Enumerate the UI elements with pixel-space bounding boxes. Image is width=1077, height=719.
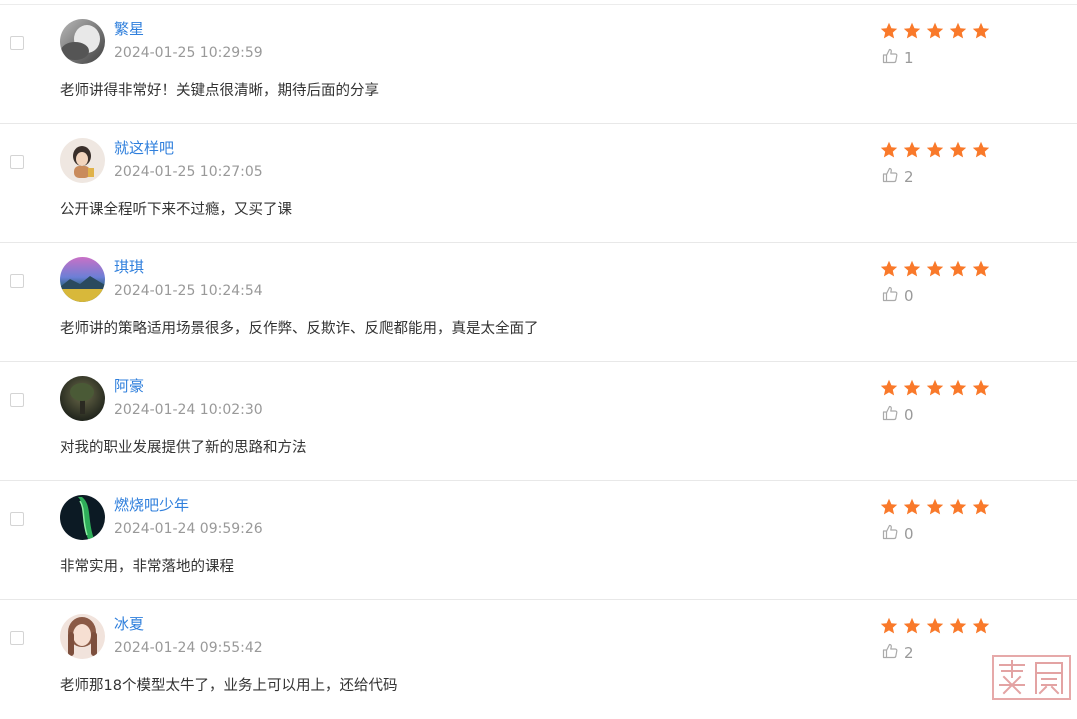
star-icon: [972, 260, 990, 277]
avatar[interactable]: [60, 257, 105, 302]
timestamp: 2024-01-24 09:55:42: [114, 640, 263, 656]
comment-text: 老师讲的策略适用场景很多，反作弊、反欺诈、反爬都能用，真是太全面了: [60, 321, 539, 337]
star-icon: [903, 379, 921, 396]
username[interactable]: 阿豪: [114, 375, 144, 396]
rating-stars: [880, 141, 990, 159]
comment-item: 冰夏 2024-01-24 09:55:42 老师那18个模型太牛了，业务上可以…: [0, 600, 1077, 719]
rating-stars: [880, 498, 990, 516]
comment-item: 阿豪 2024-01-24 10:02:30 对我的职业发展提供了新的思路和方法…: [0, 362, 1077, 481]
select-checkbox[interactable]: [10, 274, 24, 288]
timestamp: 2024-01-25 10:27:05: [114, 164, 263, 180]
star-icon: [926, 617, 944, 634]
avatar[interactable]: [60, 19, 105, 64]
comment-text: 老师讲得非常好！关键点很清晰，期待后面的分享: [60, 83, 379, 99]
like-button[interactable]: 2: [882, 167, 914, 187]
star-icon: [949, 141, 967, 158]
star-icon: [926, 260, 944, 277]
star-icon: [949, 498, 967, 515]
star-icon: [926, 379, 944, 396]
avatar[interactable]: [60, 376, 105, 421]
like-button[interactable]: 0: [882, 405, 914, 425]
avatar[interactable]: [60, 138, 105, 183]
select-checkbox[interactable]: [10, 393, 24, 407]
avatar[interactable]: [60, 614, 105, 659]
star-icon: [880, 22, 898, 39]
thumbs-up-icon: [882, 167, 898, 187]
star-icon: [903, 617, 921, 634]
username[interactable]: 燃烧吧少年: [114, 494, 189, 515]
star-icon: [949, 22, 967, 39]
select-checkbox[interactable]: [10, 155, 24, 169]
star-icon: [949, 617, 967, 634]
like-count: 1: [904, 49, 914, 67]
star-icon: [972, 22, 990, 39]
like-count: 0: [904, 287, 914, 305]
username[interactable]: 就这样吧: [114, 137, 174, 158]
username[interactable]: 繁星: [114, 18, 144, 39]
rating-stars: [880, 379, 990, 397]
avatar[interactable]: [60, 495, 105, 540]
star-icon: [972, 617, 990, 634]
comment-item: 就这样吧 2024-01-25 10:27:05 公开课全程听下来不过瘾，又买了…: [0, 124, 1077, 243]
star-icon: [880, 617, 898, 634]
comment-text: 公开课全程听下来不过瘾，又买了课: [60, 202, 292, 218]
timestamp: 2024-01-24 10:02:30: [114, 402, 263, 418]
comment-item: 琪琪 2024-01-25 10:24:54 老师讲的策略适用场景很多，反作弊、…: [0, 243, 1077, 362]
rating-stars: [880, 260, 990, 278]
star-icon: [903, 260, 921, 277]
timestamp: 2024-01-25 10:24:54: [114, 283, 263, 299]
thumbs-up-icon: [882, 405, 898, 425]
like-button[interactable]: 1: [882, 48, 914, 68]
star-icon: [903, 141, 921, 158]
star-icon: [926, 498, 944, 515]
comment-text: 非常实用，非常落地的课程: [60, 559, 234, 575]
comment-item: 繁星 2024-01-25 10:29:59 老师讲得非常好！关键点很清晰，期待…: [0, 5, 1077, 124]
star-icon: [880, 260, 898, 277]
star-icon: [880, 141, 898, 158]
star-icon: [903, 22, 921, 39]
select-checkbox[interactable]: [10, 631, 24, 645]
timestamp: 2024-01-25 10:29:59: [114, 45, 263, 61]
thumbs-up-icon: [882, 48, 898, 68]
rating-stars: [880, 617, 990, 635]
thumbs-up-icon: [882, 643, 898, 663]
star-icon: [880, 498, 898, 515]
star-icon: [972, 141, 990, 158]
rating-stars: [880, 22, 990, 40]
select-checkbox[interactable]: [10, 512, 24, 526]
star-icon: [972, 498, 990, 515]
username[interactable]: 冰夏: [114, 613, 144, 634]
thumbs-up-icon: [882, 524, 898, 544]
star-icon: [949, 260, 967, 277]
username[interactable]: 琪琪: [114, 256, 144, 277]
like-button[interactable]: 2: [882, 643, 914, 663]
like-button[interactable]: 0: [882, 286, 914, 306]
like-count: 2: [904, 168, 914, 186]
star-icon: [903, 498, 921, 515]
select-checkbox[interactable]: [10, 36, 24, 50]
timestamp: 2024-01-24 09:59:26: [114, 521, 263, 537]
star-icon: [880, 379, 898, 396]
comment-item: 燃烧吧少年 2024-01-24 09:59:26 非常实用，非常落地的课程 0: [0, 481, 1077, 600]
star-icon: [972, 379, 990, 396]
like-count: 0: [904, 525, 914, 543]
star-icon: [926, 141, 944, 158]
comment-text: 对我的职业发展提供了新的思路和方法: [60, 440, 307, 456]
star-icon: [949, 379, 967, 396]
like-count: 0: [904, 406, 914, 424]
comment-text: 老师那18个模型太牛了，业务上可以用上，还给代码: [60, 678, 398, 694]
watermark-logo: [992, 655, 1071, 700]
star-icon: [926, 22, 944, 39]
thumbs-up-icon: [882, 286, 898, 306]
like-count: 2: [904, 644, 914, 662]
like-button[interactable]: 0: [882, 524, 914, 544]
